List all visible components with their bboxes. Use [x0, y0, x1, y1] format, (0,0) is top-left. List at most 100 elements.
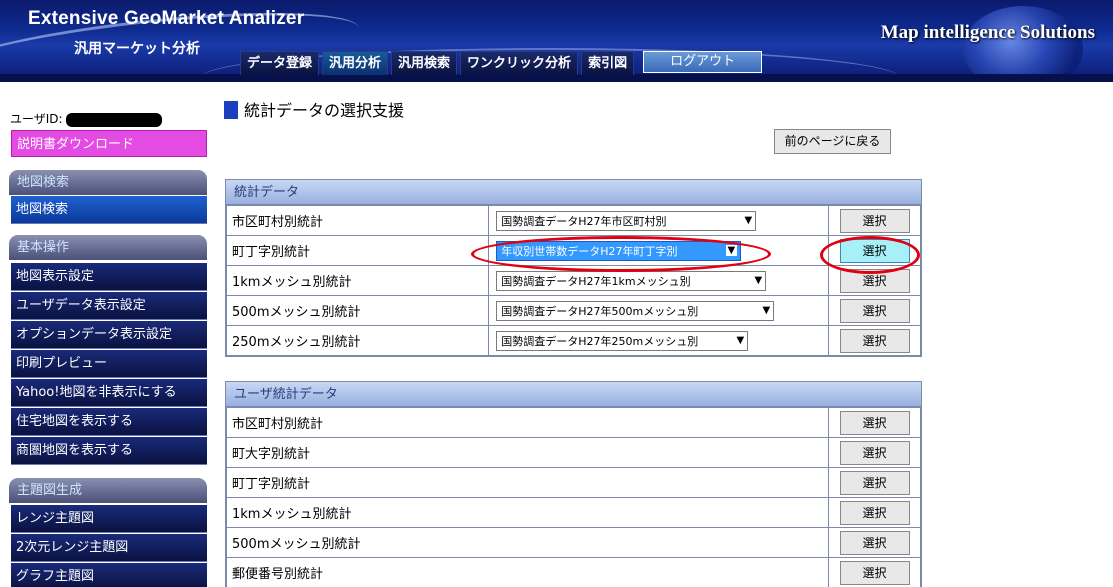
- button-cell: 選択: [828, 437, 921, 468]
- button-cell: 選択: [828, 407, 921, 438]
- sidebar-item-2d-range-thematic[interactable]: 2次元レンジ主題図: [11, 534, 207, 562]
- user-id-redacted: [66, 112, 163, 127]
- select-cell: 国勢調査データH27年市区町村別 ▼: [488, 205, 830, 236]
- logout-button[interactable]: ログアウト: [643, 51, 763, 73]
- select-button[interactable]: 選択: [839, 500, 910, 525]
- globe-logo-icon: [963, 6, 1083, 82]
- sidebar-item-map-search[interactable]: 地図検索: [11, 196, 207, 224]
- user-id-label: ユーザID:: [10, 112, 63, 126]
- sidebar-section-map-search: 地図検索: [9, 170, 207, 195]
- tab-index-map[interactable]: 索引図: [581, 51, 635, 75]
- select-button[interactable]: 選択: [839, 410, 910, 435]
- stats-table: 市区町村別統計 国勢調査データH27年市区町村別 ▼ 選択 町丁字別統計 年収別世…: [225, 205, 921, 356]
- row-label: 市区町村別統計: [225, 407, 830, 438]
- sidebar-item-graph-thematic[interactable]: グラフ主題図: [11, 563, 207, 587]
- select-cell: 国勢調査データH27年250mメッシュ別 ▼: [488, 325, 830, 356]
- tab-general-analysis[interactable]: 汎用分析: [322, 51, 389, 75]
- table-row: 町丁字別統計 選択: [225, 467, 921, 498]
- button-cell: 選択: [828, 235, 921, 266]
- sidebar-item-map-display-settings[interactable]: 地図表示設定: [11, 263, 207, 291]
- back-button[interactable]: 前のページに戻る: [774, 129, 891, 154]
- page-title: 統計データの選択支援: [224, 97, 404, 121]
- row-label: 町丁字別統計: [225, 235, 490, 266]
- select-button[interactable]: 選択: [839, 470, 910, 495]
- select-value: 年収別世帯数データH27年町丁字別: [501, 244, 678, 258]
- tab-general-search[interactable]: 汎用検索: [391, 51, 458, 75]
- select-value: 国勢調査データH27年1kmメッシュ別: [501, 274, 691, 288]
- table-row: 250mメッシュ別統計 国勢調査データH27年250mメッシュ別 ▼ 選択: [225, 325, 921, 356]
- sidebar-item-range-thematic[interactable]: レンジ主題図: [11, 505, 207, 533]
- app-subtitle: 汎用マーケット分析: [74, 41, 200, 57]
- table-row: 1kmメッシュ別統計 選択: [225, 497, 921, 528]
- select-button[interactable]: 選択: [839, 560, 910, 585]
- row-label: 郵便番号別統計: [225, 557, 830, 587]
- brand-logo-text: Map intelligence Solutions: [880, 22, 1095, 43]
- app-title: Extensive GeoMarket Analizer: [28, 8, 305, 29]
- select-cell: 国勢調査データH27年1kmメッシュ別 ▼: [488, 265, 830, 296]
- row-label: 500mメッシュ別統計: [225, 295, 490, 326]
- table-row: 町丁字別統計 年収別世帯数データH27年町丁字別 ▼ 選択: [225, 235, 921, 266]
- select-button[interactable]: 選択: [839, 208, 910, 233]
- sidebar-item-show-residential-map[interactable]: 住宅地図を表示する: [11, 408, 207, 436]
- button-cell: 選択: [828, 295, 921, 326]
- sidebar-item-user-data-display[interactable]: ユーザデータ表示設定: [11, 292, 207, 320]
- stats-select-town-block[interactable]: 年収別世帯数データH27年町丁字別 ▼: [496, 240, 742, 261]
- select-button[interactable]: 選択: [839, 298, 910, 323]
- sidebar-section-thematic-map: 主題図生成: [9, 478, 207, 503]
- tab-data-registration[interactable]: データ登録: [240, 51, 320, 75]
- button-cell: 選択: [828, 205, 921, 236]
- main-nav: データ登録 汎用分析 汎用検索 ワンクリック分析 索引図 ログアウト: [240, 51, 763, 75]
- table-row: 500mメッシュ別統計 選択: [225, 527, 921, 558]
- chevron-down-icon: ▼: [754, 275, 763, 286]
- button-cell: 選択: [828, 265, 921, 296]
- stats-data-panel: 統計データ 市区町村別統計 国勢調査データH27年市区町村別 ▼ 選択 町丁字別統…: [225, 179, 922, 357]
- select-button-highlighted[interactable]: 選択: [839, 238, 910, 263]
- select-button[interactable]: 選択: [839, 440, 910, 465]
- button-cell: 選択: [828, 325, 921, 356]
- table-row: 1kmメッシュ別統計 国勢調査データH27年1kmメッシュ別 ▼ 選択: [225, 265, 921, 296]
- sidebar-item-hide-yahoo-map[interactable]: Yahoo!地図を非表示にする: [11, 379, 207, 407]
- app-header: Extensive GeoMarket Analizer 汎用マーケット分析 M…: [0, 0, 1113, 82]
- table-row: 町大字別統計 選択: [225, 437, 921, 468]
- select-button[interactable]: 選択: [839, 268, 910, 293]
- button-cell: 選択: [828, 557, 921, 587]
- button-cell: 選択: [828, 467, 921, 498]
- sidebar-item-show-trade-area-map[interactable]: 商圏地図を表示する: [11, 437, 207, 465]
- table-row: 市区町村別統計 国勢調査データH27年市区町村別 ▼ 選択: [225, 205, 921, 236]
- table-row: 500mメッシュ別統計 国勢調査データH27年500mメッシュ別 ▼ 選択: [225, 295, 921, 326]
- stats-select-250m-mesh[interactable]: 国勢調査データH27年250mメッシュ別 ▼: [496, 330, 749, 351]
- row-label: 250mメッシュ別統計: [225, 325, 490, 356]
- chevron-down-icon: ▼: [725, 245, 738, 256]
- select-cell: 年収別世帯数データH27年町丁字別 ▼: [488, 235, 830, 266]
- sidebar-item-option-data-display[interactable]: オプションデータ表示設定: [11, 321, 207, 349]
- page-title-text: 統計データの選択支援: [244, 101, 405, 120]
- chevron-down-icon: ▼: [744, 215, 753, 226]
- table-row: 郵便番号別統計 選択: [225, 557, 921, 587]
- stats-select-500m-mesh[interactable]: 国勢調査データH27年500mメッシュ別 ▼: [496, 300, 775, 321]
- button-cell: 選択: [828, 527, 921, 558]
- tab-one-click-analysis[interactable]: ワンクリック分析: [460, 51, 579, 75]
- sidebar-item-print-preview[interactable]: 印刷プレビュー: [11, 350, 207, 378]
- select-button[interactable]: 選択: [839, 530, 910, 555]
- row-label: 町丁字別統計: [225, 467, 830, 498]
- user-id: ユーザID:: [10, 110, 163, 127]
- chevron-down-icon: ▼: [762, 305, 771, 316]
- user-stats-table: 市区町村別統計 選択 町大字別統計 選択 町丁字別統計 選択 1kmメッシュ別統計 選択…: [225, 407, 921, 587]
- stats-panel-title: 統計データ: [226, 180, 921, 205]
- manual-download-button[interactable]: 説明書ダウンロード: [11, 130, 207, 157]
- sidebar-section-basic-ops: 基本操作: [9, 235, 207, 260]
- select-value: 国勢調査データH27年市区町村別: [501, 214, 667, 228]
- row-label: 500mメッシュ別統計: [225, 527, 830, 558]
- row-label: 1kmメッシュ別統計: [225, 497, 830, 528]
- select-value: 国勢調査データH27年500mメッシュ別: [501, 304, 699, 318]
- row-label: 町大字別統計: [225, 437, 830, 468]
- stats-select-1km-mesh[interactable]: 国勢調査データH27年1kmメッシュ別 ▼: [496, 270, 767, 291]
- button-cell: 選択: [828, 497, 921, 528]
- title-marker-icon: [224, 101, 238, 119]
- select-cell: 国勢調査データH27年500mメッシュ別 ▼: [488, 295, 830, 326]
- sidebar: ユーザID: 説明書ダウンロード 地図検索 地図検索 基本操作 地図表示設定 ユ…: [0, 82, 211, 587]
- table-row: 市区町村別統計 選択: [225, 407, 921, 438]
- user-stats-panel: ユーザ統計データ 市区町村別統計 選択 町大字別統計 選択 町丁字別統計 選択 1km…: [225, 381, 922, 587]
- select-button[interactable]: 選択: [839, 328, 910, 353]
- stats-select-municipality[interactable]: 国勢調査データH27年市区町村別 ▼: [496, 210, 757, 231]
